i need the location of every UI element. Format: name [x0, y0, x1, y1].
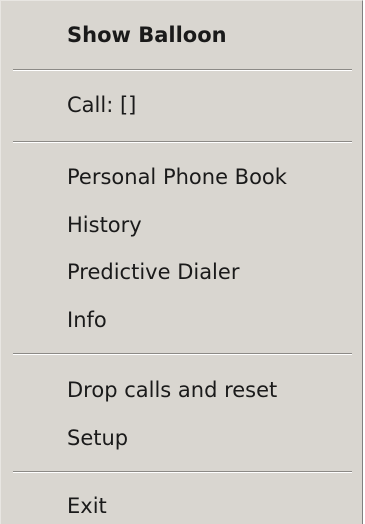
- menu-separator: [13, 353, 352, 355]
- menu-item-predictive-dialer[interactable]: Predictive Dialer: [67, 259, 239, 285]
- menu-item-info[interactable]: Info: [67, 307, 107, 333]
- menu-item-history[interactable]: History: [67, 212, 142, 238]
- context-menu: Show Balloon Call: [] Personal Phone Boo…: [0, 0, 363, 524]
- menu-item-show-balloon[interactable]: Show Balloon: [67, 22, 227, 48]
- menu-item-personal-phone-book[interactable]: Personal Phone Book: [67, 164, 287, 190]
- menu-separator: [13, 471, 352, 473]
- menu-separator: [13, 69, 352, 71]
- menu-item-call[interactable]: Call: []: [67, 92, 136, 118]
- menu-separator: [13, 141, 352, 143]
- menu-item-drop-calls-and-reset[interactable]: Drop calls and reset: [67, 377, 277, 403]
- menu-item-exit[interactable]: Exit: [67, 493, 107, 519]
- menu-item-setup[interactable]: Setup: [67, 425, 128, 451]
